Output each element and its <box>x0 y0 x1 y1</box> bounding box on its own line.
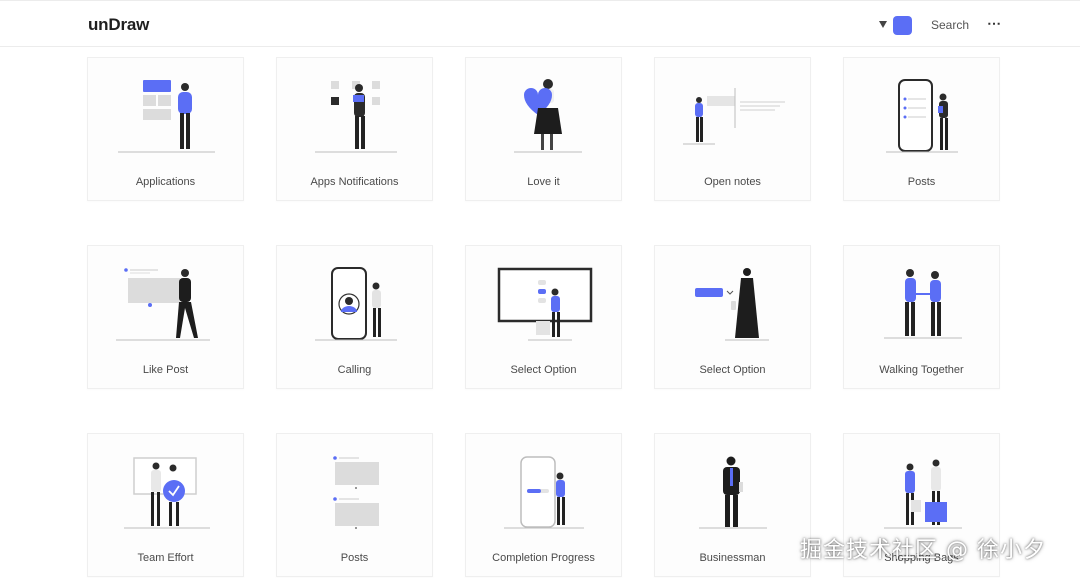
illustration-card[interactable]: Open notes <box>654 57 811 201</box>
illustration-card[interactable]: Love it <box>465 57 622 201</box>
like-post-illustration <box>116 268 210 341</box>
businessman-illustration <box>699 456 767 529</box>
illustration-card[interactable]: Posts <box>276 433 433 577</box>
select-option-dropdown-illustration <box>695 268 769 341</box>
card-label: Businessman <box>699 552 766 564</box>
card-label: Love it <box>527 176 560 188</box>
calling-illustration <box>315 267 397 341</box>
card-label: Applications <box>135 176 196 188</box>
card-label: Team Effort <box>137 552 194 564</box>
shopping-bags-illustration <box>884 459 962 529</box>
card-label: Posts <box>340 552 369 564</box>
completion-progress-illustration <box>504 456 584 529</box>
applications-illustration <box>118 80 215 153</box>
walking-together-illustration <box>884 269 962 339</box>
card-label: Completion Progress <box>492 552 595 564</box>
card-label: Select Option <box>510 364 577 376</box>
card-label: Calling <box>337 364 372 376</box>
illustration-card[interactable]: Completion Progress <box>465 433 622 577</box>
illustration-card[interactable]: Select Option <box>465 245 622 389</box>
more-options-icon[interactable]: ⋯ <box>987 15 1001 32</box>
select-option-monitor-illustration <box>497 267 593 341</box>
illustration-card[interactable]: Apps Notifications <box>276 57 433 201</box>
illustration-card[interactable]: Walking Together <box>843 245 1000 389</box>
team-effort-illustration <box>124 457 210 529</box>
love-it-illustration <box>514 79 582 153</box>
illustration-card[interactable]: Like Post <box>87 245 244 389</box>
illustration-card[interactable]: Applications <box>87 57 244 201</box>
illustration-card[interactable]: Select Option <box>654 245 811 389</box>
caret-down-icon[interactable] <box>879 21 887 28</box>
card-label: Open notes <box>704 176 761 188</box>
logo[interactable]: unDraw <box>88 15 149 35</box>
illustration-card[interactable]: Posts <box>843 57 1000 201</box>
card-label: Walking Together <box>879 364 964 376</box>
posts-phone-illustration <box>886 79 958 153</box>
illustration-card[interactable]: Team Effort <box>87 433 244 577</box>
apps-notifications-illustration <box>315 81 397 153</box>
card-label: Select Option <box>699 364 766 376</box>
illustration-card[interactable]: Calling <box>276 245 433 389</box>
open-notes-illustration <box>683 88 785 145</box>
watermark: 掘金技术社区 @ 徐小夕 <box>800 538 1046 563</box>
posts-feed-illustration <box>333 456 379 529</box>
illustration-card[interactable]: Businessman <box>654 433 811 577</box>
card-label: Like Post <box>142 364 189 376</box>
card-label: Posts <box>907 176 936 188</box>
search-button[interactable]: Search <box>931 18 969 32</box>
top-navbar: unDraw Search ⋯ <box>0 0 1080 47</box>
card-label: Apps Notifications <box>310 176 399 188</box>
color-picker-swatch[interactable] <box>893 16 912 35</box>
